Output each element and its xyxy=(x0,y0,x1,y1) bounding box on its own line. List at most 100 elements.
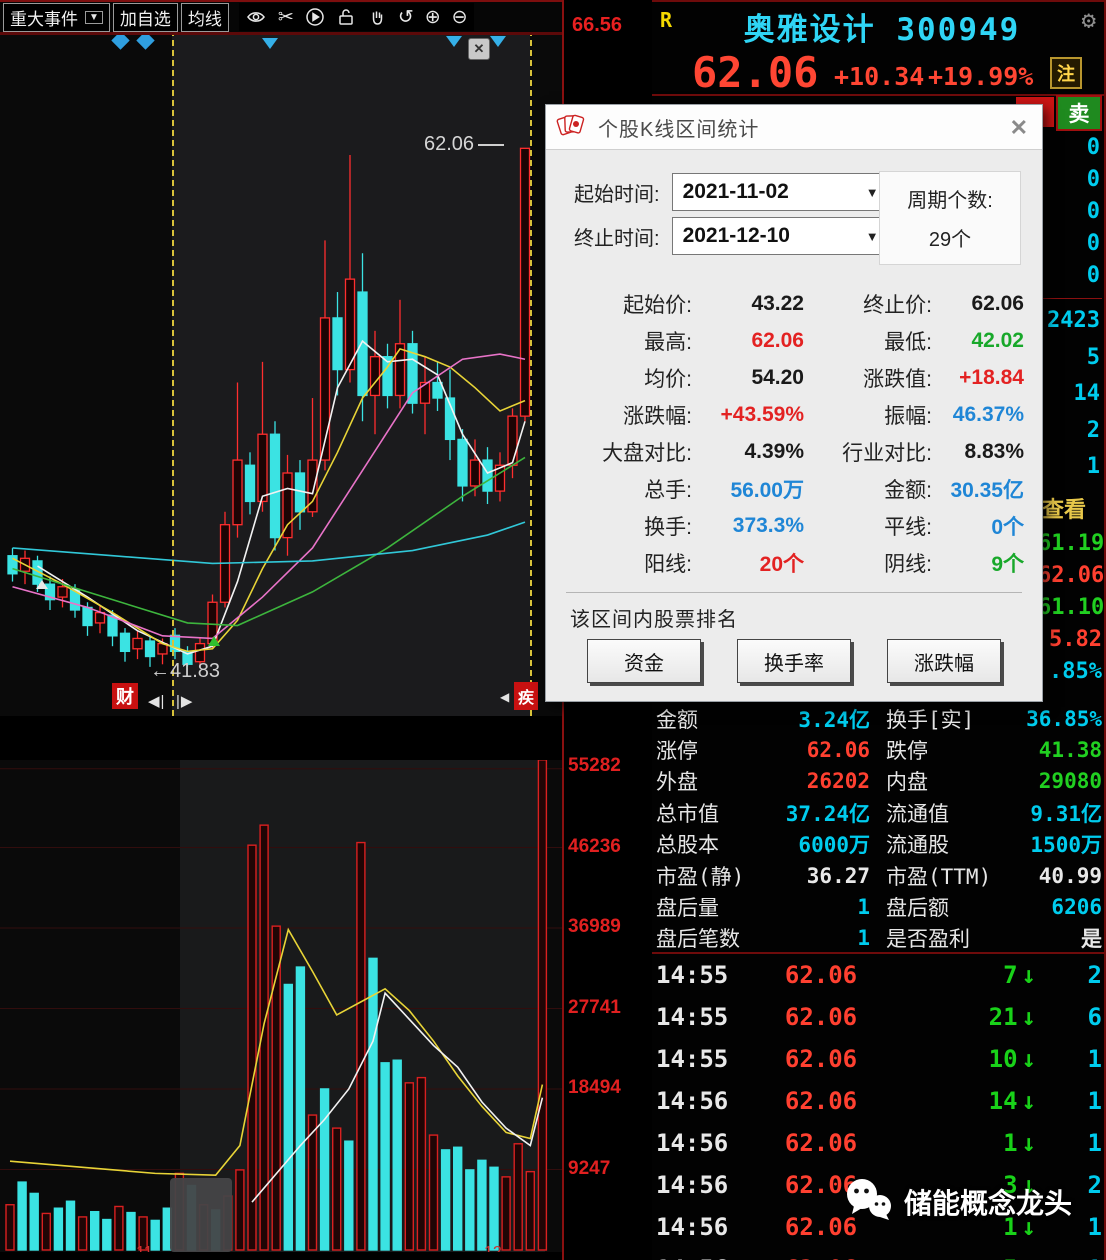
nav-right-icon[interactable]: |▶ xyxy=(176,692,193,710)
tape-row: 14:56 62.06 5↓ 1 xyxy=(656,1248,1102,1260)
info-row: 金额 3.24亿 换手[实] 36.85% xyxy=(656,706,1102,732)
queue-volume: 2423 xyxy=(1047,308,1100,333)
volume-axis-tick: 55282 xyxy=(568,755,621,776)
info-row: 市盈(静) 36.27 市盈(TTM) 40.99 xyxy=(656,863,1102,889)
chevron-down-icon[interactable]: ▼ xyxy=(866,229,879,244)
down-arrow-icon: ↓ xyxy=(1021,1129,1036,1157)
sell-button[interactable]: 卖 xyxy=(1056,95,1102,131)
chevron-down-icon[interactable]: ▼ xyxy=(866,185,879,200)
marker-triangle-icon[interactable] xyxy=(262,38,278,49)
end-date-label: 终止时间: xyxy=(574,227,660,250)
info-row: 总股本 6000万 流通股 1500万 xyxy=(656,833,1102,858)
hand-icon[interactable] xyxy=(367,7,387,27)
nav-left-icon[interactable]: ◀| xyxy=(148,692,165,710)
price-change-pct: +19.99% xyxy=(928,62,1034,91)
queue-volume: 0 xyxy=(1086,263,1100,288)
buy-queue-volumes: 2423 5 14 2 1 xyxy=(1040,303,1100,486)
volume-axis-tick: 27741 xyxy=(568,996,621,1018)
stock-name-code[interactable]: 奥雅设计 300949 xyxy=(702,4,1062,49)
tag-dash xyxy=(478,143,505,146)
stats-row: 均价: 54.20 涨跌值: +18.84 xyxy=(644,365,1024,391)
axis-top-price: 66.56 xyxy=(572,14,623,36)
volume-axis-tick: 18494 xyxy=(568,1077,621,1098)
buy-signal-icon xyxy=(208,636,220,646)
end-date-row: 终止时间: 2021-12-10 ▼ xyxy=(574,217,890,255)
marker-triangle-icon[interactable] xyxy=(490,36,506,47)
stats-row: 总手: 56.00万 金额: 30.35亿 xyxy=(644,478,1024,502)
zoom-in-icon[interactable]: ⊕ xyxy=(425,6,441,29)
right-badge[interactable]: 疾 xyxy=(514,682,538,710)
period-count-label: 周期个数: xyxy=(907,190,993,212)
major-events-menu[interactable]: 重大事件 ▼ xyxy=(3,2,110,32)
view-link[interactable]: 查看 xyxy=(1042,492,1086,524)
stats-row: 涨跌幅: +43.59% 振幅: 46.37% xyxy=(623,402,1024,428)
unlock-icon[interactable] xyxy=(336,7,356,27)
period-count-box: 周期个数: 29个 xyxy=(879,171,1021,265)
rank-button[interactable]: 换手率 xyxy=(737,639,851,683)
sell-queue-volumes: 0 0 0 0 0 xyxy=(1040,132,1100,292)
kline-range-stats-dialog: 个股K线区间统计 ✕ 起始时间: 2021-11-02 ▼ 终止时间: 2021… xyxy=(545,104,1043,702)
volume-pane[interactable]: 11 12 xyxy=(0,760,562,1252)
tooltip-placeholder xyxy=(170,1178,232,1252)
down-arrow-icon: ↓ xyxy=(1021,1003,1036,1031)
start-date-select[interactable]: 2021-11-02 ▼ xyxy=(671,173,890,211)
stats-row: 换手: 373.3% 平线: 0个 xyxy=(644,513,1024,539)
undo-icon[interactable]: ↺ xyxy=(398,6,414,29)
marker-triangle-icon[interactable] xyxy=(446,36,462,47)
zoom-out-icon[interactable]: ⊖ xyxy=(452,6,468,29)
price-list-value: 62.06 xyxy=(1038,563,1105,588)
ma-line-button[interactable]: 均线 xyxy=(180,2,229,32)
price-low-tag: ←41.83 xyxy=(150,660,221,682)
tape-row: 14:56 62.06 14 ↓ 1 xyxy=(656,1087,1102,1115)
toolbar-icon-strip: ✂ ↺ ⊕ ⊖ xyxy=(238,3,474,31)
note-badge[interactable]: 注 xyxy=(1050,57,1082,89)
volume-axis-tick: 9247 xyxy=(568,1157,611,1179)
chevron-down-icon[interactable]: ▼ xyxy=(85,10,103,24)
start-date-row: 起始时间: 2021-11-02 ▼ xyxy=(574,173,890,211)
price-list: 61.19 62.06 61.10 5.82 .85% xyxy=(1038,528,1105,688)
kline-pane[interactable]: ✕ 62.06 ←41.83 财 ◀| |▶ ◀ 疾 xyxy=(0,30,562,716)
cai-badge[interactable]: 财 xyxy=(112,683,138,709)
info-row: 总市值 37.24亿 流通值 9.31亿 xyxy=(656,801,1102,826)
queue-volume: 2 xyxy=(1086,417,1100,443)
volume-axis-labels: 55282 46236 36989 27741 18494 9247 xyxy=(568,755,650,1238)
queue-divider xyxy=(1040,298,1102,299)
queue-volume: 0 xyxy=(1086,135,1100,160)
price-high-tag: 62.06 xyxy=(424,133,505,156)
signal-up-icon xyxy=(36,580,48,589)
eye-icon[interactable] xyxy=(245,7,267,27)
gear-icon[interactable]: ⚙ xyxy=(1082,6,1096,34)
volume-axis-tick: 46236 xyxy=(568,835,621,857)
info-row: 盘后笔数 1 是否盈利 是 xyxy=(656,926,1102,952)
price-list-value: 5.82 xyxy=(1049,627,1102,652)
volume-chart[interactable] xyxy=(0,760,562,1252)
queue-volume: 0 xyxy=(1086,167,1100,192)
price-list-value: 61.10 xyxy=(1038,595,1105,620)
info-row: 涨停 62.06 跌停 41.38 xyxy=(656,738,1102,764)
down-arrow-icon: ↓ xyxy=(1022,1255,1036,1260)
watermark-text: 储能概念龙头 xyxy=(904,1187,1073,1219)
info-row: 外盘 26202 内盘 29080 xyxy=(656,769,1102,795)
selection-end-line[interactable] xyxy=(530,30,532,716)
rank-button[interactable]: 涨跌幅 xyxy=(887,639,1001,683)
close-marker-panel-icon[interactable]: ✕ xyxy=(468,38,490,60)
r-flag: R xyxy=(660,8,673,32)
play-icon[interactable] xyxy=(305,7,325,27)
rank-buttons: 资金 换手率 涨跌幅 xyxy=(546,639,1042,683)
add-watchlist-button[interactable]: 加自选 xyxy=(112,2,178,32)
dialog-titlebar[interactable]: 个股K线区间统计 ✕ xyxy=(546,105,1042,150)
rank-button[interactable]: 资金 xyxy=(587,639,701,683)
nav-left-small-icon[interactable]: ◀ xyxy=(500,690,510,704)
divider xyxy=(652,94,1106,96)
end-date-select[interactable]: 2021-12-10 ▼ xyxy=(671,217,890,255)
cards-icon xyxy=(556,111,586,144)
selection-start-line[interactable] xyxy=(172,30,174,716)
scissors-icon[interactable]: ✂ xyxy=(278,6,294,29)
dialog-close-icon[interactable]: ✕ xyxy=(1010,115,1028,141)
divider xyxy=(566,592,1022,593)
month-label: 12 xyxy=(484,1244,502,1252)
queue-volume: 0 xyxy=(1086,231,1100,256)
chart-toolbar: 重大事件 ▼ 加自选 均线 ✂ ↺ ⊕ ⊖ xyxy=(0,0,562,35)
stats-row: 阳线: 20个 阴线: 9个 xyxy=(644,552,1024,576)
price-list-value: 61.19 xyxy=(1038,531,1105,556)
